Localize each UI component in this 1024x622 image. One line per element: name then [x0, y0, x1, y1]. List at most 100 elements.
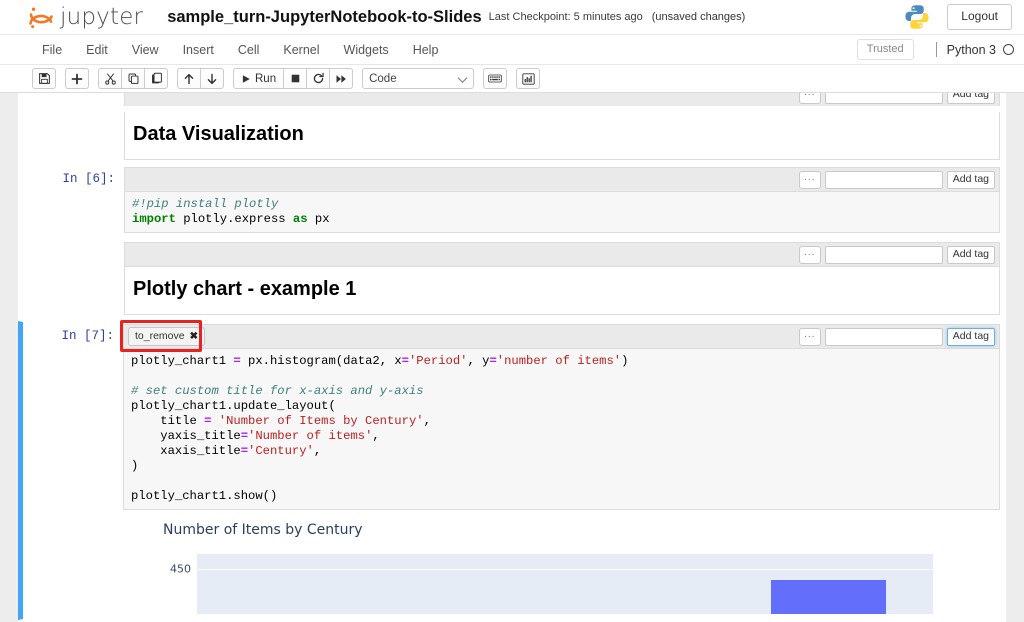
cell-tag-toolbar: ... Add tag [124, 242, 1000, 266]
menu-edit[interactable]: Edit [74, 35, 120, 64]
cell-tag-to-remove[interactable]: to_remove ✖ [128, 327, 205, 346]
menu-kernel[interactable]: Kernel [271, 35, 331, 64]
plot-area: 450 [170, 554, 933, 614]
scrollbar-track[interactable] [1009, 93, 1021, 622]
cell-body: to_remove ✖ ... Add tag plotly_chart1 = … [120, 320, 1000, 614]
run-cell-button[interactable]: Run [233, 68, 285, 89]
trusted-badge[interactable]: Trusted [856, 39, 914, 60]
toolbar-group-save [32, 68, 56, 89]
toolbar-group-run: Run [233, 68, 354, 89]
code-token: plotly_chart1 [131, 354, 234, 368]
menu-view[interactable]: View [120, 35, 171, 64]
add-tag-button[interactable]: Add tag [946, 327, 995, 346]
cell-body: ... Add tag Plotly chart - example 1 [124, 242, 1000, 315]
code-token: , [313, 444, 322, 458]
move-cell-up-button[interactable] [177, 68, 201, 89]
notebook-title[interactable]: sample_turn-JupyterNotebook-to-Slides [167, 8, 481, 27]
tag-input[interactable] [824, 93, 943, 104]
notebook-header: jupyter sample_turn-JupyterNotebook-to-S… [0, 0, 1024, 35]
code-token: 'Number of Items by Century' [211, 414, 424, 428]
cell-type-select[interactable]: Code [362, 68, 475, 89]
menu-widgets[interactable]: Widgets [332, 35, 401, 64]
code-token: 'number of items' [496, 354, 622, 368]
kernel-indicator[interactable]: Python 3 [935, 42, 1014, 57]
markdown-heading: Plotly chart - example 1 [133, 278, 357, 300]
keyboard-icon [488, 74, 502, 83]
kernel-idle-circle-icon [1003, 44, 1014, 55]
paste-button[interactable] [144, 68, 168, 89]
cell-prompt: In [7]: [61, 329, 114, 343]
copy-button[interactable] [121, 68, 145, 89]
code-token: = [401, 354, 409, 368]
code-token: , [372, 429, 380, 443]
add-tag-button[interactable]: Add tag [946, 245, 995, 264]
play-icon [242, 74, 250, 83]
notebook-cell-markdown-data-visualization[interactable]: Data Visualization [18, 106, 1006, 166]
vertical-scrollbar[interactable] [1006, 93, 1024, 622]
menu-cell[interactable]: Cell [226, 35, 272, 64]
code-token: plotly_chart1.update_layout( [131, 399, 336, 413]
gridline: 450 [170, 563, 933, 576]
restart-icon [313, 72, 324, 84]
notebook-cell-code-6[interactable]: In [6]: ... Add tag #!pip install plotly… [18, 166, 1006, 239]
code-token: xaxis_title [131, 444, 241, 458]
cell-prompt [19, 242, 124, 315]
code-token: 'Number of items' [248, 429, 373, 443]
command-palette-button[interactable] [483, 68, 508, 89]
tag-input[interactable] [824, 327, 943, 346]
add-tag-button[interactable]: Add tag [946, 93, 995, 104]
cut-button[interactable] [98, 68, 122, 89]
slideshow-toolbar-button[interactable] [516, 68, 541, 89]
insert-cell-below-button[interactable] [65, 68, 89, 89]
bar-period[interactable] [771, 580, 886, 614]
tag-input[interactable] [824, 170, 943, 189]
code-editor[interactable]: #!pip install plotly import plotly.expre… [124, 191, 1000, 233]
menu-file[interactable]: File [30, 35, 74, 64]
code-editor[interactable]: plotly_chart1 = px.histogram(data2, x='P… [123, 348, 1000, 510]
tag-input[interactable] [824, 245, 943, 264]
cell-toolbar-more-button[interactable]: ... [798, 245, 821, 264]
logout-button[interactable]: Logout [947, 4, 1012, 30]
save-button[interactable] [32, 68, 56, 89]
markdown-rendered-output[interactable]: Data Visualization [124, 112, 1000, 160]
cell-toolbar-more-button[interactable]: ... [798, 170, 821, 189]
notebook-cell-code-7[interactable]: In [7]: to_remove ✖ ... Add tag plotly_c… [18, 320, 1006, 620]
menubar-right-group: Trusted Python 3 [856, 35, 1014, 64]
code-token: , y [467, 354, 490, 368]
markdown-rendered-output[interactable]: Plotly chart - example 1 [124, 266, 1000, 315]
cell-output-area: Number of Items by Century 450 [123, 510, 1000, 614]
remove-tag-icon[interactable]: ✖ [190, 331, 198, 343]
move-cell-down-button[interactable] [200, 68, 224, 89]
notebook-cell-markdown-plotly-example-1[interactable]: ... Add tag Plotly chart - example 1 [18, 239, 1006, 321]
notebook-cell-list: ... Add tag Data Visualization In [6]: [18, 93, 1006, 620]
restart-kernel-button[interactable] [306, 68, 331, 89]
cell-tag-toolbar: ... Add tag [124, 167, 1000, 191]
interrupt-kernel-button[interactable] [283, 68, 308, 89]
cell-prompt [19, 112, 124, 160]
code-token: import [132, 212, 176, 226]
cell-body: ... Add tag [124, 93, 1000, 106]
add-tag-button[interactable]: Add tag [946, 170, 995, 189]
menu-insert[interactable]: Insert [171, 35, 226, 64]
toolbar-group-move [177, 68, 224, 89]
notebook-scroll-container[interactable]: ... Add tag Data Visualization In [6]: [18, 93, 1006, 622]
chart-title: Number of Items by Century [163, 522, 363, 538]
run-label: Run [255, 72, 277, 85]
code-token: px [307, 212, 330, 226]
code-token: = [240, 444, 249, 458]
cell-toolbar-more-button[interactable]: ... [798, 93, 821, 104]
markdown-heading: Data Visualization [133, 123, 304, 145]
code-token: plotly_chart1.show() [131, 489, 278, 503]
code-token: 'Century' [248, 444, 314, 458]
y-axis-tick-450: 450 [170, 562, 191, 576]
cell-toolbar-more-button[interactable]: ... [798, 327, 821, 346]
toolbar-group-keyboard [483, 68, 508, 89]
restart-and-run-all-button[interactable] [329, 68, 354, 89]
code-token: plotly.express [175, 212, 293, 226]
plotly-figure[interactable]: Number of Items by Century 450 [163, 522, 933, 614]
last-checkpoint-label: Last Checkpoint: 5 minutes ago [488, 11, 643, 23]
code-token: 'Period' [408, 354, 468, 368]
jupyter-logo[interactable]: jupyter [28, 5, 143, 29]
fast-forward-icon [336, 74, 346, 83]
menu-help[interactable]: Help [401, 35, 451, 64]
